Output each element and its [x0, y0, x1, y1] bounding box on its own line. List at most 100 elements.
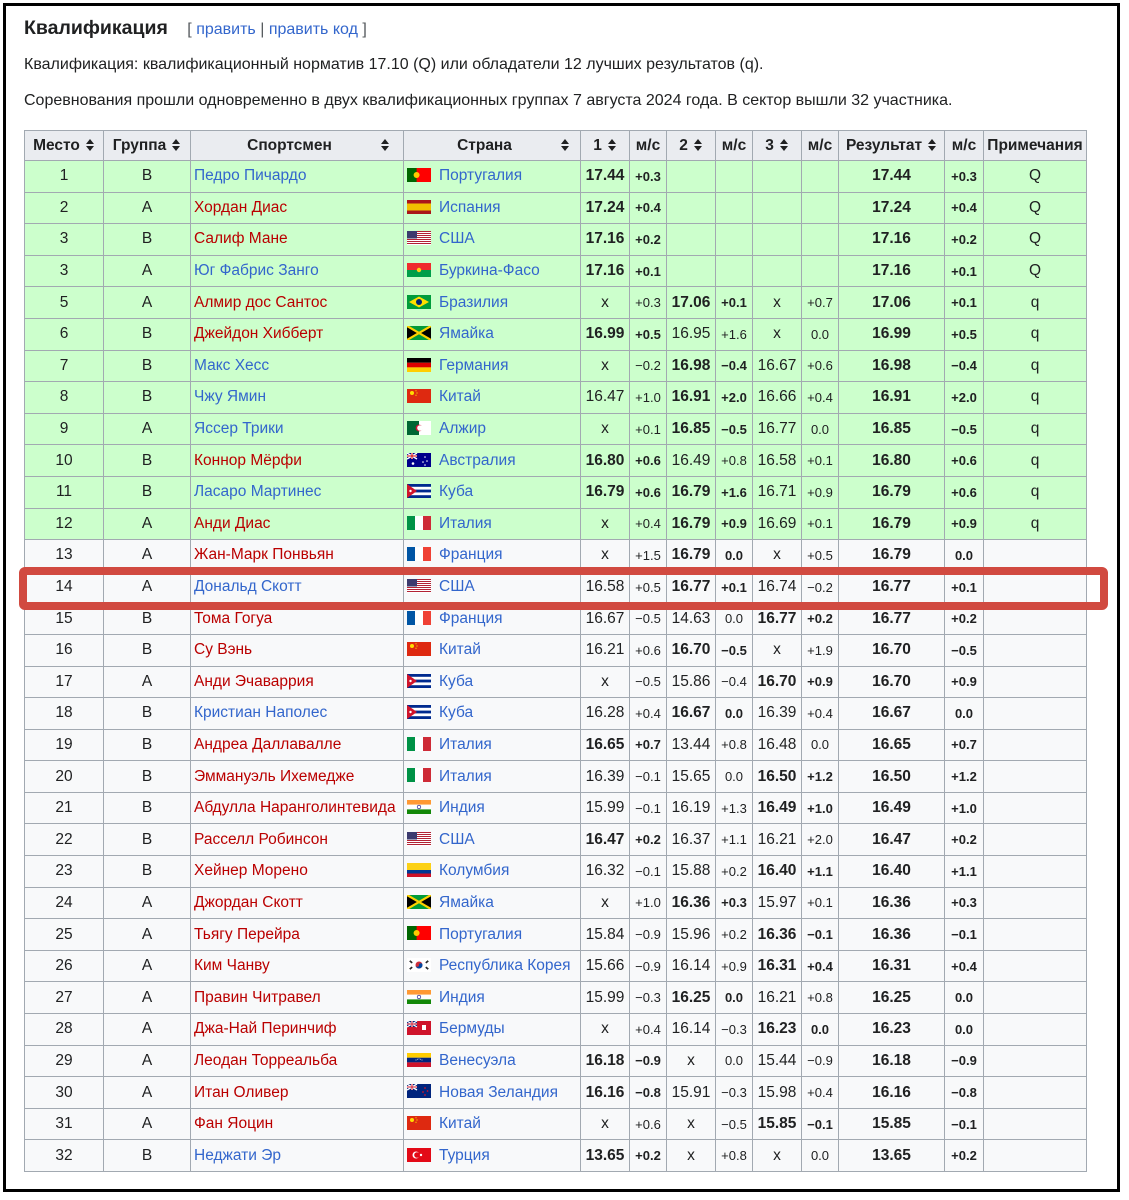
athlete-link[interactable]: Джордан Скотт: [194, 894, 303, 911]
sort-icon[interactable]: [172, 139, 181, 152]
athlete-link[interactable]: Чжу Ямин: [194, 388, 266, 405]
country-link[interactable]: Китай: [439, 1115, 481, 1132]
athlete-link[interactable]: Юг Фабрис Занго: [194, 262, 319, 279]
country-link[interactable]: Португалия: [439, 167, 522, 184]
cell-attempt-2: 16.77: [666, 570, 716, 604]
athlete-link[interactable]: Яссер Трики: [194, 420, 284, 437]
athlete-link[interactable]: Ласаро Мартинес: [194, 483, 321, 500]
cell-wind-2: −0.5: [715, 1107, 753, 1141]
sort-icon[interactable]: [693, 139, 703, 152]
athlete-link[interactable]: Расселл Робинсон: [194, 831, 328, 848]
athlete-link[interactable]: Салиф Мане: [194, 230, 288, 247]
sort-icon[interactable]: [85, 139, 95, 152]
country-link[interactable]: Республика Корея: [439, 957, 571, 974]
country-link[interactable]: Германия: [439, 357, 509, 374]
athlete-link[interactable]: Абдулла Наранголинтевида: [194, 799, 396, 816]
athlete-link[interactable]: Джа-Най Перинчиф: [194, 1020, 337, 1037]
country-link[interactable]: Ямайка: [439, 894, 494, 911]
col-header-attempt-1[interactable]: 1: [580, 130, 630, 161]
country-link[interactable]: Италия: [439, 768, 492, 785]
country-link[interactable]: Бразилия: [439, 294, 508, 311]
sort-icon[interactable]: [607, 139, 617, 152]
country-link[interactable]: Ямайка: [439, 325, 494, 342]
cell-wind-result: +0.1: [944, 286, 984, 319]
cell-attempt-3: x: [752, 286, 802, 319]
country-link[interactable]: Куба: [439, 483, 473, 500]
athlete-link[interactable]: Итан Оливер: [194, 1084, 288, 1101]
country-link[interactable]: Бермуды: [439, 1020, 505, 1037]
col-header-place[interactable]: Место: [24, 130, 104, 161]
athlete-link[interactable]: Андреа Даллавалле: [194, 736, 341, 753]
country-link[interactable]: Буркина-Фасо: [439, 262, 540, 279]
athlete-link[interactable]: Хейнер Морено: [194, 862, 308, 879]
country-link[interactable]: Португалия: [439, 926, 522, 943]
cell-note: [983, 791, 1087, 825]
cell-wind-result: −0.4: [944, 349, 984, 383]
cell-wind-3: +0.9: [801, 665, 839, 699]
country-link[interactable]: Австралия: [439, 452, 516, 469]
table-row: 19 B Андреа Даллавалле Италия 16.65 +0.7 13.44…: [24, 728, 1087, 762]
jamaica-flag-icon: [407, 894, 433, 911]
cell-group: A: [103, 949, 191, 983]
sort-icon[interactable]: [380, 139, 390, 152]
cell-wind-1: −0.9: [629, 918, 667, 951]
col-header-athlete[interactable]: Спортсмен: [190, 130, 404, 161]
sort-icon[interactable]: [928, 139, 937, 152]
col-header-result[interactable]: Результат: [838, 130, 945, 161]
athlete-link[interactable]: Правин Читравел: [194, 989, 321, 1006]
country-link[interactable]: Куба: [439, 673, 473, 690]
athlete-link[interactable]: Джейдон Хибберт: [194, 325, 323, 342]
athlete-link[interactable]: Жан-Марк Понвьян: [194, 546, 334, 563]
athlete-link[interactable]: Неджати Эр: [194, 1147, 281, 1164]
col-header-group[interactable]: Группа: [103, 130, 191, 161]
athlete-link[interactable]: Алмир дос Сантос: [194, 294, 327, 311]
sort-icon[interactable]: [560, 139, 570, 152]
country-link[interactable]: Турция: [439, 1147, 490, 1164]
country-link[interactable]: Колумбия: [439, 862, 509, 879]
country-link[interactable]: Алжир: [439, 420, 486, 437]
athlete-link[interactable]: Су Вэнь: [194, 641, 252, 658]
cell-group: B: [103, 633, 191, 667]
athlete-link[interactable]: Ким Чанву: [194, 957, 270, 974]
country-link[interactable]: Новая Зеландия: [439, 1084, 558, 1101]
athlete-link[interactable]: Дональд Скотт: [194, 578, 302, 595]
country-link[interactable]: Венесуэла: [439, 1052, 516, 1069]
cell-country: Испания: [403, 191, 581, 225]
athlete-link[interactable]: Макс Хесс: [194, 357, 269, 374]
athlete-link[interactable]: Анди Эчаваррия: [194, 673, 314, 690]
athlete-link[interactable]: Тома Гогуа: [194, 610, 272, 627]
sort-icon[interactable]: [779, 139, 789, 152]
cell-result: 16.70: [838, 665, 945, 699]
athlete-link[interactable]: Коннор Мёрфи: [194, 452, 302, 469]
edit-code-link[interactable]: править код: [269, 21, 358, 38]
country-link[interactable]: США: [439, 578, 475, 595]
athlete-link[interactable]: Леодан Торреальба: [194, 1052, 337, 1069]
country-link[interactable]: Китай: [439, 641, 481, 658]
country-link[interactable]: США: [439, 230, 475, 247]
athlete-link[interactable]: Анди Диас: [194, 515, 270, 532]
country-link[interactable]: США: [439, 831, 475, 848]
athlete-link[interactable]: Фан Яоцин: [194, 1115, 273, 1132]
country-link[interactable]: Италия: [439, 515, 492, 532]
country-link[interactable]: Франция: [439, 610, 503, 627]
cell-athlete: Юг Фабрис Занго: [190, 254, 404, 288]
country-link[interactable]: Индия: [439, 799, 485, 816]
country-link[interactable]: Испания: [439, 199, 501, 216]
cell-group: A: [103, 191, 191, 225]
athlete-link[interactable]: Кристиан Наполес: [194, 704, 327, 721]
country-link[interactable]: Индия: [439, 989, 485, 1006]
edit-link[interactable]: править: [196, 21, 256, 38]
cell-wind-1: +0.2: [629, 223, 667, 256]
athlete-link[interactable]: Эммануэль Ихемедже: [194, 768, 354, 785]
country-link[interactable]: Китай: [439, 388, 481, 405]
country-link[interactable]: Италия: [439, 736, 492, 753]
athlete-link[interactable]: Тьягу Перейра: [194, 926, 300, 943]
athlete-link[interactable]: Хордан Диас: [194, 199, 287, 216]
cell-wind-2: +0.1: [715, 286, 753, 319]
country-link[interactable]: Куба: [439, 704, 473, 721]
col-header-attempt-3[interactable]: 3: [752, 130, 802, 161]
col-header-country[interactable]: Страна: [403, 130, 581, 161]
country-link[interactable]: Франция: [439, 546, 503, 563]
col-header-attempt-2[interactable]: 2: [666, 130, 716, 161]
athlete-link[interactable]: Педро Пичардо: [194, 167, 306, 184]
